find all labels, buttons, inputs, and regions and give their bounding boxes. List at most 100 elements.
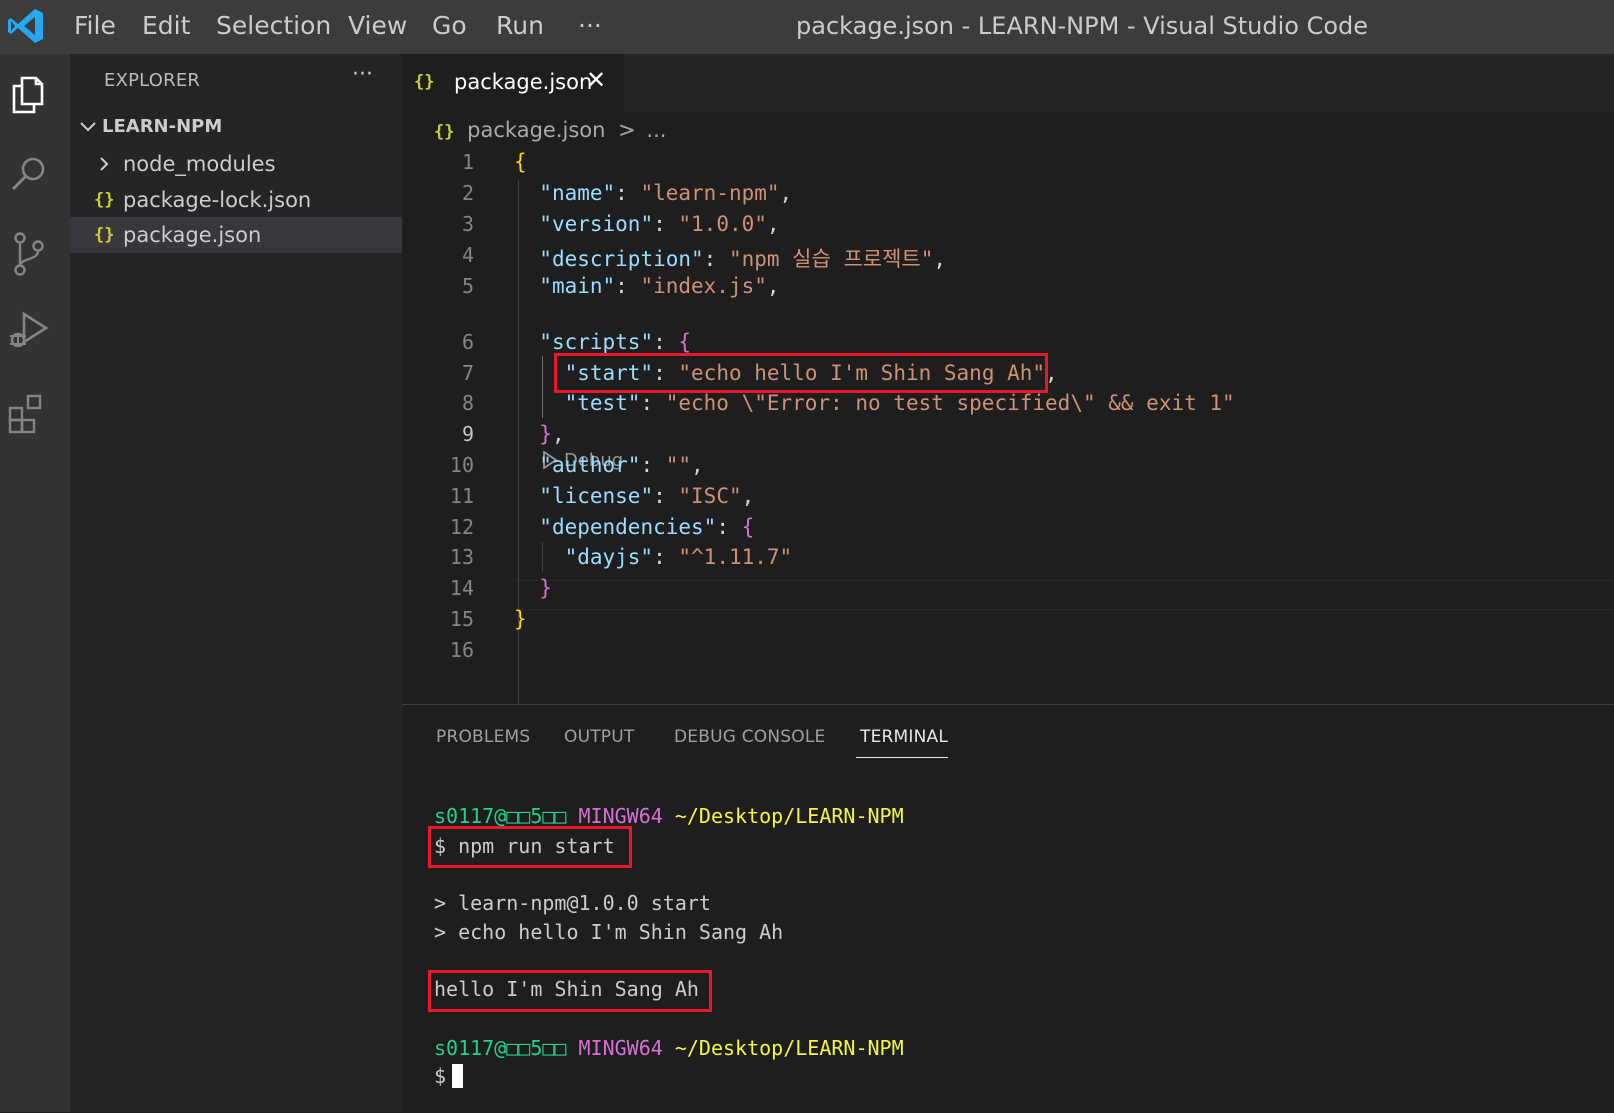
activity-bar [0, 54, 70, 1112]
brace: } [539, 576, 552, 600]
code-line-4: "description": "npm 실습 프로젝트", [539, 247, 947, 271]
menu-run[interactable]: Run [496, 0, 544, 54]
json-string: "echo \"Error: no test specified\" && ex… [665, 391, 1235, 415]
code-line-11: "license": "ISC", [539, 484, 755, 508]
menu-view[interactable]: View [348, 0, 407, 54]
sidebar-item-label: node_modules [123, 152, 276, 176]
menu-go[interactable]: Go [432, 0, 467, 54]
terminal-output-line: > echo hello I'm Shin Sang Ah [434, 920, 784, 944]
code-line-1: { [514, 150, 527, 174]
json-string: "ISC" [678, 484, 742, 508]
tab-terminal[interactable]: TERMINAL [860, 727, 948, 747]
line-number: 10 [449, 453, 474, 477]
editor-tab-strip: {} package.json ✕ [402, 54, 1614, 112]
sidebar-item-package-lock[interactable]: {} package-lock.json [70, 182, 402, 218]
code-line-13: "dayjs": "^1.11.7" [564, 545, 793, 569]
json-string: "" [665, 453, 692, 477]
line-number: 6 [461, 330, 474, 354]
brace: { [514, 150, 527, 174]
terminal-user: s0117@□□5□□ [434, 1036, 567, 1060]
json-key: "license" [539, 484, 654, 508]
code-editor[interactable]: 1 2 3 4 5 6 7 8 9 10 11 12 13 14 15 16 {… [402, 150, 1614, 766]
terminal-user: s0117@□□5□□ [434, 804, 567, 828]
menu-edit[interactable]: Edit [142, 0, 190, 54]
json-key: "main" [539, 274, 616, 298]
json-string: "npm 실습 프로젝트" [728, 247, 934, 271]
line-number: 14 [449, 576, 474, 600]
terminal-env: MINGW64 [578, 1036, 663, 1060]
code-line-10: "author": "", [539, 453, 704, 477]
close-icon[interactable]: ✕ [586, 66, 606, 94]
line-number: 16 [449, 638, 474, 662]
explorer-sidebar: EXPLORER ··· LEARN-NPM node_modules {} p… [70, 54, 402, 1112]
json-string: "learn-npm" [640, 181, 780, 205]
sidebar-item-label: package.json [123, 223, 262, 247]
sidebar-item-package-json[interactable]: {} package.json [70, 217, 402, 253]
line-number: 2 [461, 181, 474, 205]
breadcrumb: {} package.json > ... [434, 118, 666, 142]
highlight-box-start-script [554, 353, 1048, 393]
highlight-box-command [428, 826, 632, 868]
run-debug-icon[interactable] [0, 304, 60, 364]
code-line-2: "name": "learn-npm", [539, 181, 793, 205]
terminal-path: ~/Desktop/LEARN-NPM [674, 1036, 904, 1060]
line-number: 15 [449, 607, 474, 631]
tab-package-json[interactable]: {} package.json ✕ [402, 54, 624, 112]
tab-problems[interactable]: PROBLEMS [436, 727, 530, 747]
breadcrumb-separator-icon: > [618, 118, 636, 142]
source-control-icon[interactable] [0, 224, 60, 284]
line-number: 1 [461, 150, 474, 174]
code-line-9: }, [539, 422, 565, 446]
json-key: "dependencies" [539, 515, 717, 539]
breadcrumb-rest[interactable]: ... [646, 118, 666, 142]
tab-label: package.json [454, 70, 593, 94]
json-key: "scripts" [539, 330, 654, 354]
folder-learn-npm[interactable]: LEARN-NPM [78, 116, 222, 137]
line-number: 4 [461, 243, 474, 267]
window-title: package.json - LEARN-NPM - Visual Studio… [796, 12, 1369, 40]
code-line-14: } [514, 576, 552, 600]
brace: } [539, 422, 552, 446]
code-line-15: } [514, 607, 527, 631]
code-line-3: "version": "1.0.0", [539, 212, 780, 236]
code-line-8: "test": "echo \"Error: no test specified… [564, 391, 1235, 415]
tab-debug-console[interactable]: DEBUG CONSOLE [674, 727, 825, 747]
terminal-prompt-line: s0117@□□5□□ MINGW64 ~/Desktop/LEARN-NPM [434, 1036, 904, 1060]
json-file-icon: {} [94, 190, 115, 210]
json-string: "1.0.0" [678, 212, 767, 236]
terminal-cursor [452, 1064, 464, 1088]
line-number: 7 [461, 361, 474, 385]
highlight-box-result [428, 970, 712, 1012]
vscode-logo-icon [8, 9, 43, 43]
search-icon[interactable] [0, 144, 60, 204]
chevron-down-icon [80, 122, 96, 132]
extensions-icon[interactable] [0, 384, 60, 444]
tab-output[interactable]: OUTPUT [564, 727, 635, 747]
active-tab-underline [856, 757, 948, 758]
json-file-icon: {} [94, 225, 115, 245]
json-key: "test" [564, 391, 641, 415]
brace: } [514, 607, 527, 631]
explorer-icon[interactable] [0, 64, 60, 124]
json-key: "author" [539, 453, 641, 477]
json-key: "dayjs" [564, 545, 654, 569]
brace: { [678, 330, 692, 354]
code-line-6: "scripts": { [539, 330, 692, 354]
terminal-path: ~/Desktop/LEARN-NPM [674, 804, 904, 828]
json-key: "version" [539, 212, 654, 236]
menu-more-icon[interactable]: ··· [578, 0, 602, 54]
json-string: "^1.11.7" [678, 545, 793, 569]
line-number: 11 [449, 484, 474, 508]
breadcrumb-file[interactable]: package.json [467, 118, 605, 142]
line-number: 5 [461, 274, 474, 298]
json-file-icon: {} [414, 72, 435, 92]
sidebar-item-node-modules[interactable]: node_modules [70, 146, 402, 182]
line-number: 13 [449, 545, 474, 569]
json-file-icon: {} [434, 122, 455, 142]
terminal-input-line[interactable]: $ [434, 1064, 464, 1088]
explorer-more-icon[interactable]: ··· [352, 62, 373, 87]
explorer-title: EXPLORER [104, 70, 201, 91]
menu-file[interactable]: File [74, 0, 116, 54]
menu-selection[interactable]: Selection [216, 0, 331, 54]
chevron-right-icon [100, 157, 109, 171]
